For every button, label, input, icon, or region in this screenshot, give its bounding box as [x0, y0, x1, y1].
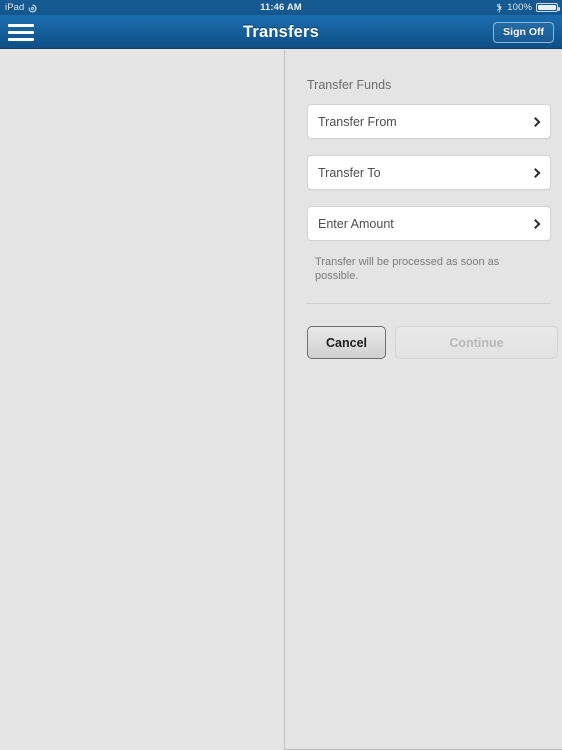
navigation-bar: Transfers Sign Off	[0, 15, 562, 49]
bluetooth-icon	[496, 3, 503, 13]
sign-off-button[interactable]: Sign Off	[493, 22, 554, 43]
status-bar: iPad 11:46 AM 100%	[0, 0, 562, 15]
continue-button: Continue	[395, 326, 558, 359]
transfer-form: Transfer From Transfer To Enter Amount	[307, 104, 551, 257]
battery-full-icon	[536, 3, 560, 12]
status-bar-right: 100%	[496, 2, 560, 13]
divider	[307, 303, 551, 304]
battery-percent-label: 100%	[507, 2, 532, 13]
field-transfer-to[interactable]: Transfer To	[307, 155, 551, 190]
page-title: Transfers	[242, 23, 320, 41]
processing-note: Transfer will be processed as soon as po…	[315, 256, 500, 282]
status-bar-clock: 11:46 AM	[260, 2, 302, 13]
field-label: Transfer To	[318, 165, 381, 180]
field-transfer-from[interactable]: Transfer From	[307, 104, 551, 139]
chevron-right-icon	[530, 116, 541, 127]
field-label: Transfer From	[318, 114, 397, 129]
cancel-button[interactable]: Cancel	[307, 326, 386, 359]
chevron-right-icon	[530, 167, 541, 178]
field-enter-amount[interactable]: Enter Amount	[307, 206, 551, 241]
app-root: iPad 11:46 AM 100% Transfers Sign Off Tr…	[0, 0, 562, 750]
section-title: Transfer Funds	[307, 78, 392, 92]
form-actions: Cancel Continue	[307, 326, 558, 359]
transfer-funds-panel: Transfer Funds Transfer From Transfer To…	[284, 50, 562, 750]
field-label: Enter Amount	[318, 216, 394, 231]
left-pane	[0, 50, 284, 750]
chevron-right-icon	[530, 218, 541, 229]
